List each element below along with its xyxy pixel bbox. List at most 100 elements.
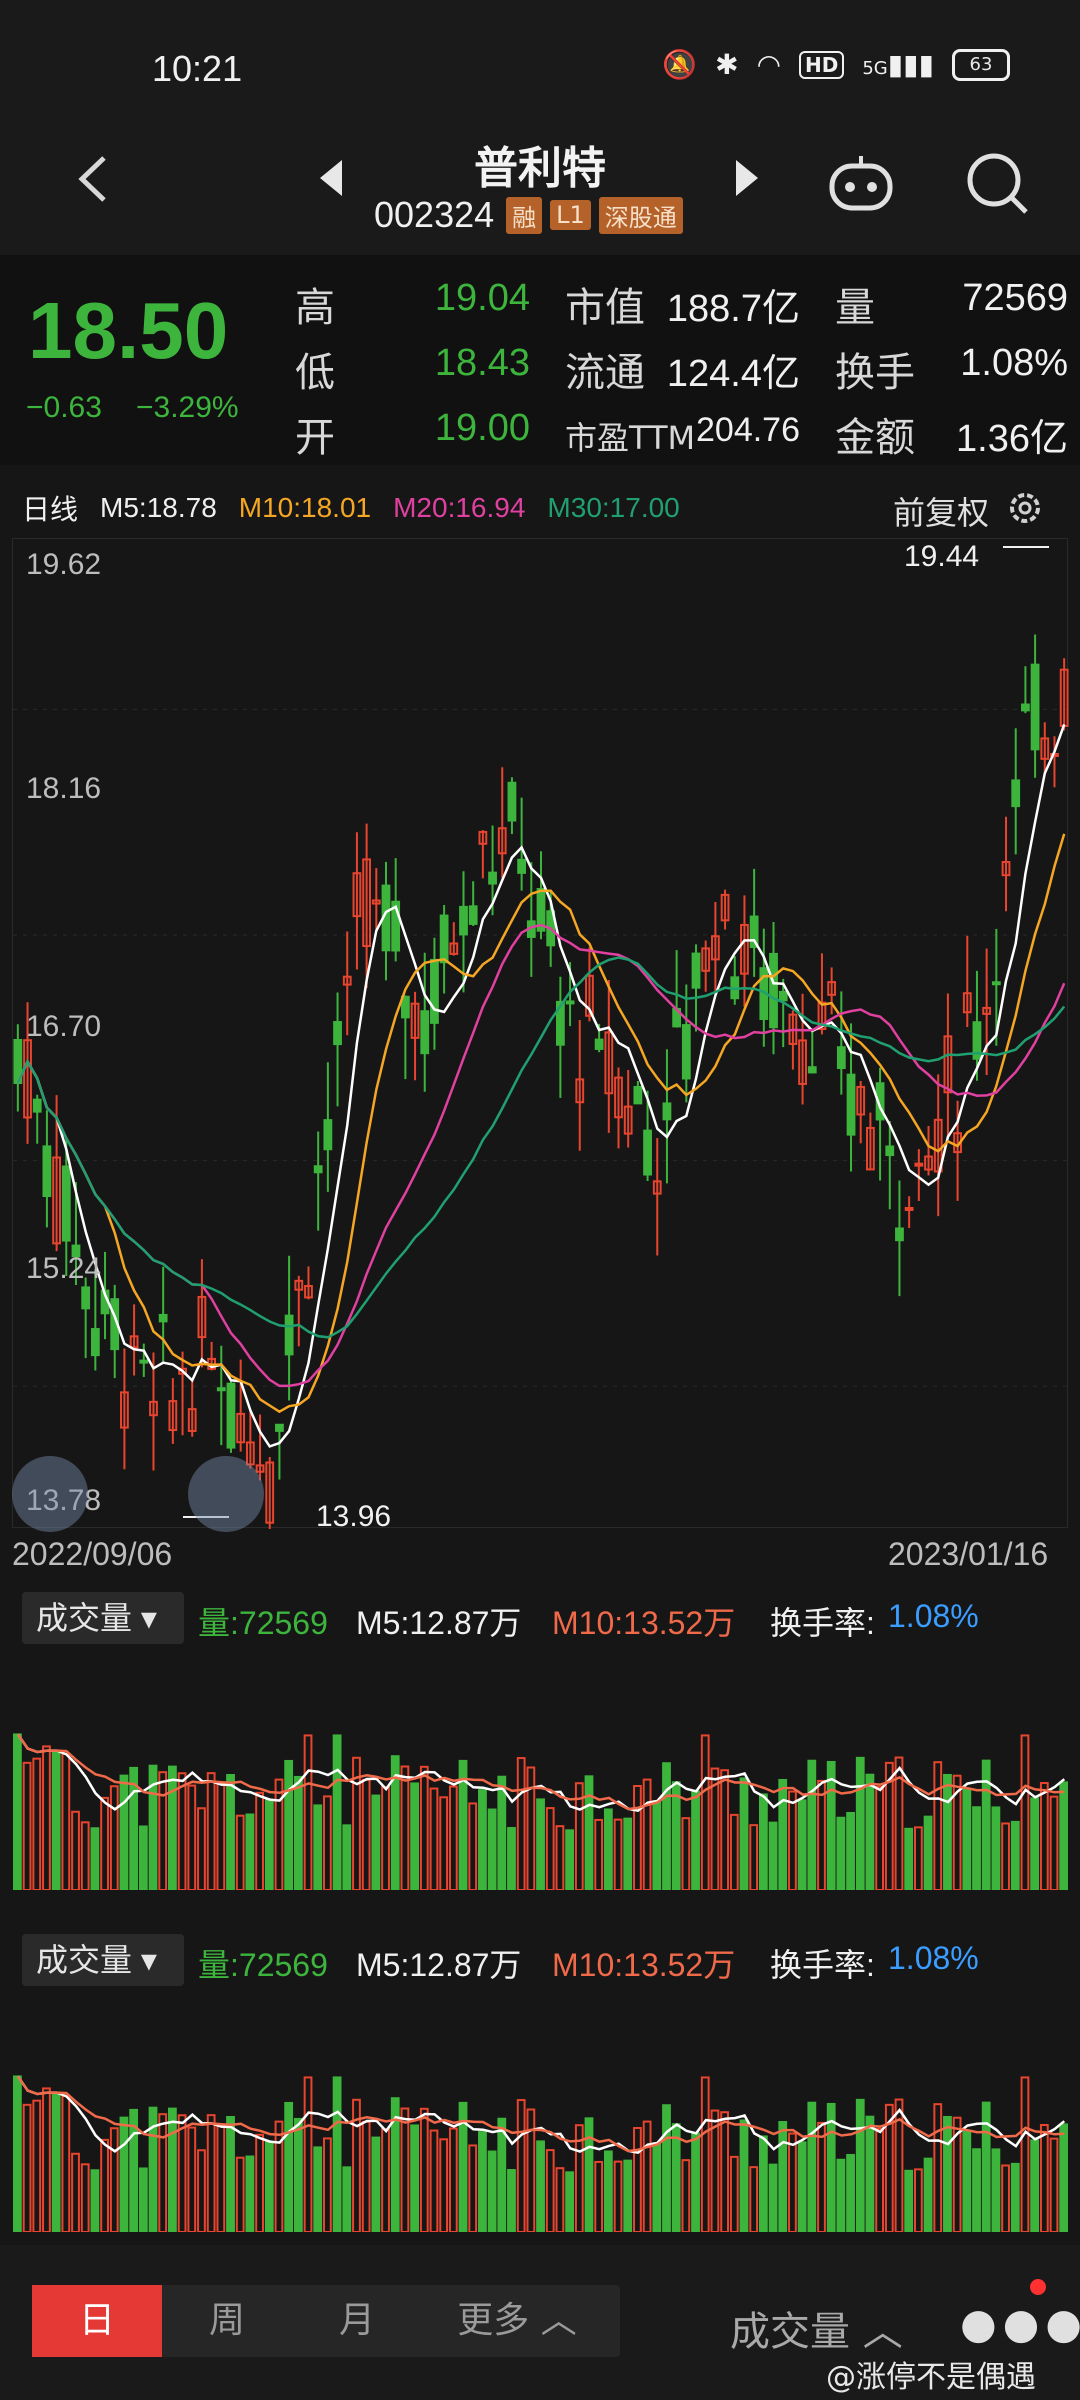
candle-body bbox=[430, 958, 439, 1024]
expand-button[interactable] bbox=[188, 1456, 264, 1532]
volume-bar bbox=[410, 1782, 419, 1891]
volume-chart-2[interactable] bbox=[12, 1992, 1069, 2234]
turnover-value-2: 1.08% bbox=[888, 1940, 979, 1976]
candle-body bbox=[333, 1021, 342, 1046]
pe-label: 市盈TTM bbox=[565, 419, 696, 457]
volume-bar bbox=[633, 2127, 642, 2233]
volume-bar bbox=[778, 2120, 788, 2234]
kline-chart[interactable] bbox=[12, 538, 1069, 1549]
volume-bar bbox=[923, 1815, 933, 1892]
volume-bar bbox=[138, 2167, 148, 2233]
indicator-selector-2[interactable]: 成交量 ▾ bbox=[22, 1934, 184, 1986]
volume-bar bbox=[32, 1757, 42, 1891]
volume-chart-1[interactable] bbox=[12, 1650, 1069, 1892]
volume-bar bbox=[1010, 1820, 1020, 1892]
volume-bar bbox=[855, 2098, 865, 2233]
volume-bar bbox=[633, 1785, 642, 1891]
stock-subline: 002324 融 L1 深股通 bbox=[374, 194, 683, 236]
period-label[interactable]: 日线 bbox=[22, 488, 78, 528]
gear-icon[interactable] bbox=[1005, 488, 1045, 528]
volume-bar bbox=[168, 1765, 177, 1891]
volume-bar bbox=[419, 2107, 429, 2233]
volume-bar bbox=[216, 1781, 226, 1892]
volume-bar bbox=[642, 2120, 652, 2233]
candle-body bbox=[769, 952, 778, 1029]
volume-header-1: 成交量 ▾ 量:72569 M5:12.87万 M10:13.52万 换手率: … bbox=[0, 1586, 1080, 1646]
volume-bar bbox=[652, 2142, 662, 2233]
volume-bar bbox=[487, 1808, 497, 1891]
turnover-label-1: 换手率: bbox=[770, 1605, 875, 1641]
volume-bar bbox=[817, 1779, 826, 1891]
volume-bar bbox=[90, 2169, 100, 2233]
volume-bar bbox=[1010, 2162, 1020, 2234]
volume-bar bbox=[904, 2169, 914, 2233]
volume-bar bbox=[497, 2117, 507, 2233]
volume-bar bbox=[700, 1734, 710, 1891]
candle-body bbox=[836, 1046, 846, 1070]
robot-icon[interactable] bbox=[828, 152, 894, 212]
candle-body bbox=[284, 1314, 294, 1356]
volume-bar bbox=[865, 2115, 875, 2233]
volume-bar bbox=[991, 2148, 1001, 2233]
volume-bar bbox=[797, 2141, 807, 2233]
volume-bar bbox=[962, 2129, 972, 2233]
volume-bar bbox=[671, 2123, 681, 2233]
volume-indicator-button[interactable]: 成交量 ︿ bbox=[730, 2299, 903, 2357]
tab-day[interactable]: 日 bbox=[32, 2285, 162, 2357]
volume-bar bbox=[226, 1773, 235, 1891]
candle-body bbox=[1021, 703, 1030, 712]
candle-body bbox=[517, 858, 527, 874]
tab-month[interactable]: 月 bbox=[292, 2285, 422, 2357]
volume-bar bbox=[584, 2117, 594, 2233]
volume-bar bbox=[293, 1775, 303, 1891]
volume-bar bbox=[90, 1827, 100, 1891]
volume-bar bbox=[284, 2101, 294, 2233]
more-icon[interactable]: ●●● bbox=[960, 2299, 1080, 2348]
vol-m10-2: M10:13.52万 bbox=[552, 1947, 736, 1983]
volume-bar bbox=[807, 1759, 817, 1891]
volume-bar bbox=[235, 2156, 245, 2233]
candle-body bbox=[633, 1085, 643, 1105]
volume-bar bbox=[681, 1817, 691, 1891]
tab-more[interactable]: 更多 ︿ bbox=[422, 2285, 612, 2357]
volume-bar bbox=[797, 1799, 807, 1891]
candle-body bbox=[139, 1359, 149, 1364]
indicator-selector-1[interactable]: 成交量 ▾ bbox=[22, 1592, 184, 1644]
high-label: 高 bbox=[295, 285, 335, 331]
amount-label: 金额 bbox=[835, 415, 915, 461]
volume-bar bbox=[943, 2115, 952, 2233]
volume-bar bbox=[245, 1813, 255, 1892]
volume-bar bbox=[448, 2127, 458, 2233]
volume-bar bbox=[32, 2099, 42, 2233]
tab-week[interactable]: 周 bbox=[162, 2285, 292, 2357]
collapse-button[interactable] bbox=[12, 1456, 88, 1532]
candle-body bbox=[323, 1119, 333, 1151]
volume-svg-1 bbox=[13, 1733, 1069, 1892]
candle-body bbox=[778, 990, 788, 1002]
search-icon[interactable] bbox=[964, 150, 1030, 216]
adjust-selector[interactable]: 前复权 bbox=[893, 488, 989, 534]
volume-bar bbox=[594, 1818, 604, 1891]
volume-bar bbox=[371, 1794, 381, 1891]
volume-svg-2 bbox=[13, 2075, 1069, 2234]
volume-bar bbox=[962, 1787, 972, 1891]
volume-bar bbox=[943, 1773, 952, 1891]
volume-bar bbox=[100, 2138, 109, 2234]
volume-bar bbox=[729, 2155, 739, 2234]
volume-bar bbox=[1001, 2164, 1010, 2233]
candle-body bbox=[275, 1423, 284, 1432]
next-stock-icon[interactable] bbox=[736, 160, 758, 196]
volume-bar bbox=[177, 1772, 187, 1891]
volume-bar bbox=[855, 1756, 865, 1891]
ma20-legend: M20:16.94 bbox=[393, 492, 526, 523]
low-label: 低 bbox=[295, 350, 335, 396]
volume-bar bbox=[1030, 1797, 1040, 1891]
float-label: 流通 bbox=[565, 350, 645, 396]
volume-bar bbox=[323, 2137, 332, 2233]
volume-value: 72569 bbox=[962, 277, 1068, 319]
candle-body bbox=[565, 1000, 575, 1005]
volume-bar bbox=[51, 2091, 61, 2233]
volume-bar bbox=[788, 2132, 797, 2233]
volume-bar bbox=[429, 2129, 439, 2233]
volume-bar bbox=[274, 2120, 284, 2233]
